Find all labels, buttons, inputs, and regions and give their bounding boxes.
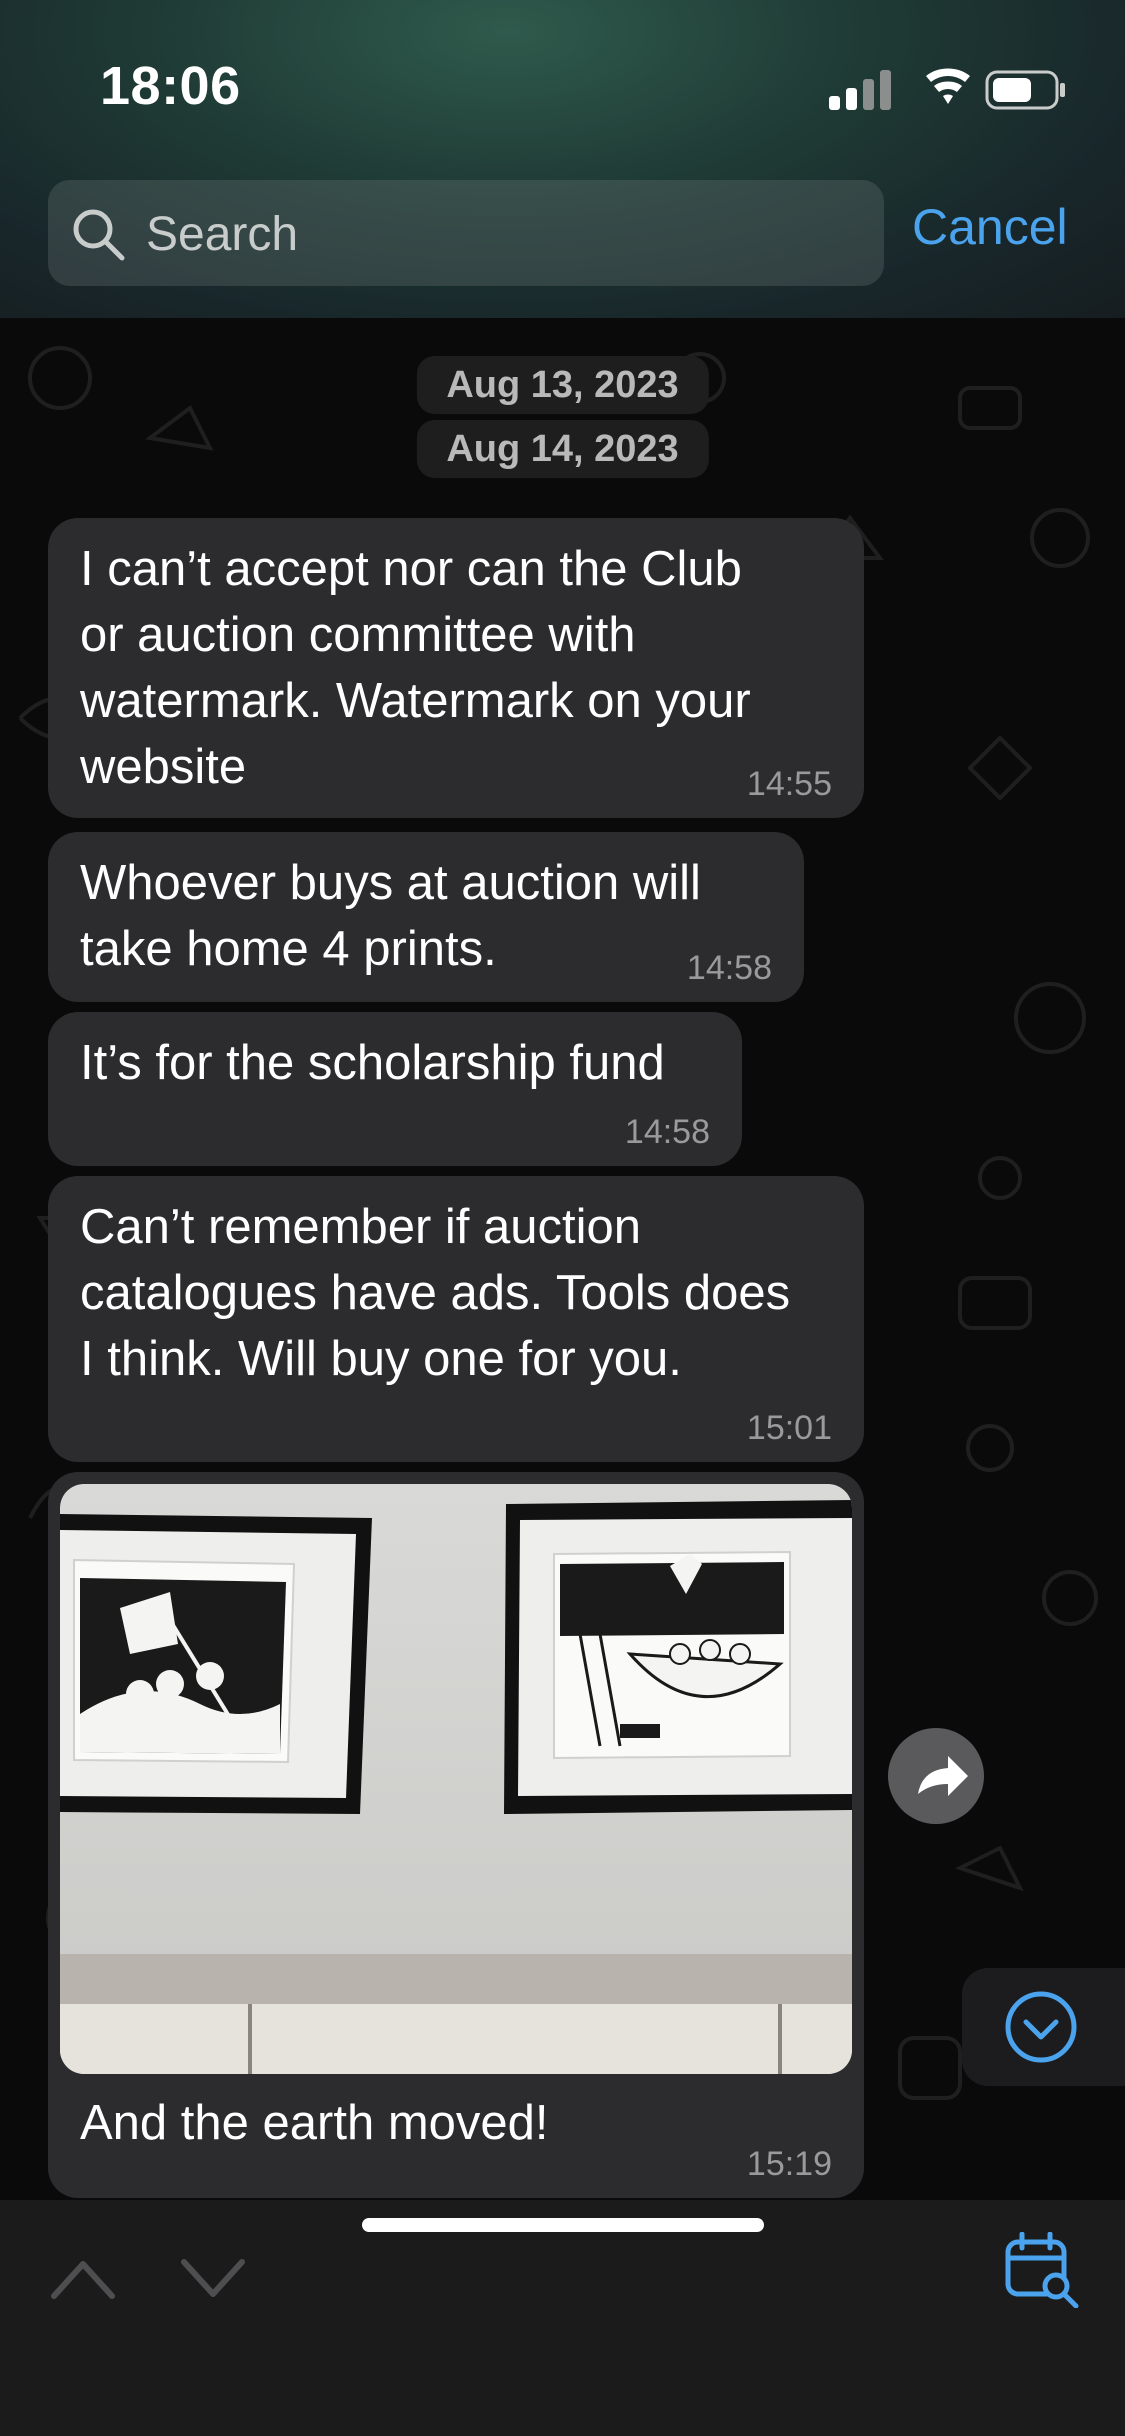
message-bubble[interactable]: It’s for the scholarship fund 14:58: [48, 1012, 742, 1166]
wifi-icon: [926, 68, 970, 104]
status-icons: [829, 68, 1065, 110]
home-indicator: [362, 2218, 764, 2232]
search-input[interactable]: [144, 180, 848, 288]
forward-icon: [918, 1756, 968, 1796]
message-time: 14:55: [746, 765, 832, 803]
chat-area[interactable]: Aug 13, 2023 Aug 14, 2023 I can’t accept…: [0, 318, 1125, 2200]
message-text: It’s for the scholarship fund: [80, 1036, 665, 1090]
header: 18:06 Search Cancel: [0, 0, 1125, 318]
chevron-up-icon[interactable]: [48, 2254, 118, 2304]
signal-icon: [829, 70, 891, 110]
date-separator: Aug 14, 2023: [416, 420, 709, 478]
search-icon: [73, 209, 125, 261]
message-text: And the earth moved!: [80, 2096, 549, 2150]
message-text: Whoever buys at auction will take home 4…: [80, 856, 701, 976]
calendar-search-icon[interactable]: [1004, 2232, 1080, 2308]
scroll-to-bottom-button[interactable]: [962, 1968, 1125, 2086]
chevron-down-circle-icon: [1005, 1991, 1077, 2063]
status-time: 18:06: [100, 56, 241, 116]
message-bubble[interactable]: Whoever buys at auction will take home 4…: [48, 832, 804, 1002]
forward-button[interactable]: [888, 1728, 984, 1824]
message-bubble[interactable]: I can’t accept nor can the Club or aucti…: [48, 518, 864, 818]
battery-icon: [985, 70, 1065, 110]
message-time: 15:01: [746, 1409, 832, 1447]
cancel-button[interactable]: Cancel: [912, 198, 1068, 256]
search-bar[interactable]: [48, 180, 884, 288]
message-text: Can’t remember if auction catalogues hav…: [80, 1200, 791, 1386]
message-text: I can’t accept nor can the Club or aucti…: [80, 542, 751, 794]
message-time: 15:19: [746, 2145, 832, 2183]
message-time: 14:58: [686, 949, 772, 987]
chat-search-screen: 18:06 Search Cancel Aug 13, 2023 Aug 14,…: [0, 0, 1125, 2436]
message-time: 14:58: [624, 1113, 710, 1151]
date-separator: Aug 13, 2023: [416, 356, 709, 414]
photo-two-framed-prints[interactable]: [60, 1484, 852, 2074]
photo-message-bubble[interactable]: And the earth moved! 15:19: [48, 1472, 864, 2198]
chevron-down-icon[interactable]: [178, 2254, 248, 2304]
message-bubble[interactable]: Can’t remember if auction catalogues hav…: [48, 1176, 864, 1462]
bottom-toolbar: [0, 2200, 1125, 2436]
